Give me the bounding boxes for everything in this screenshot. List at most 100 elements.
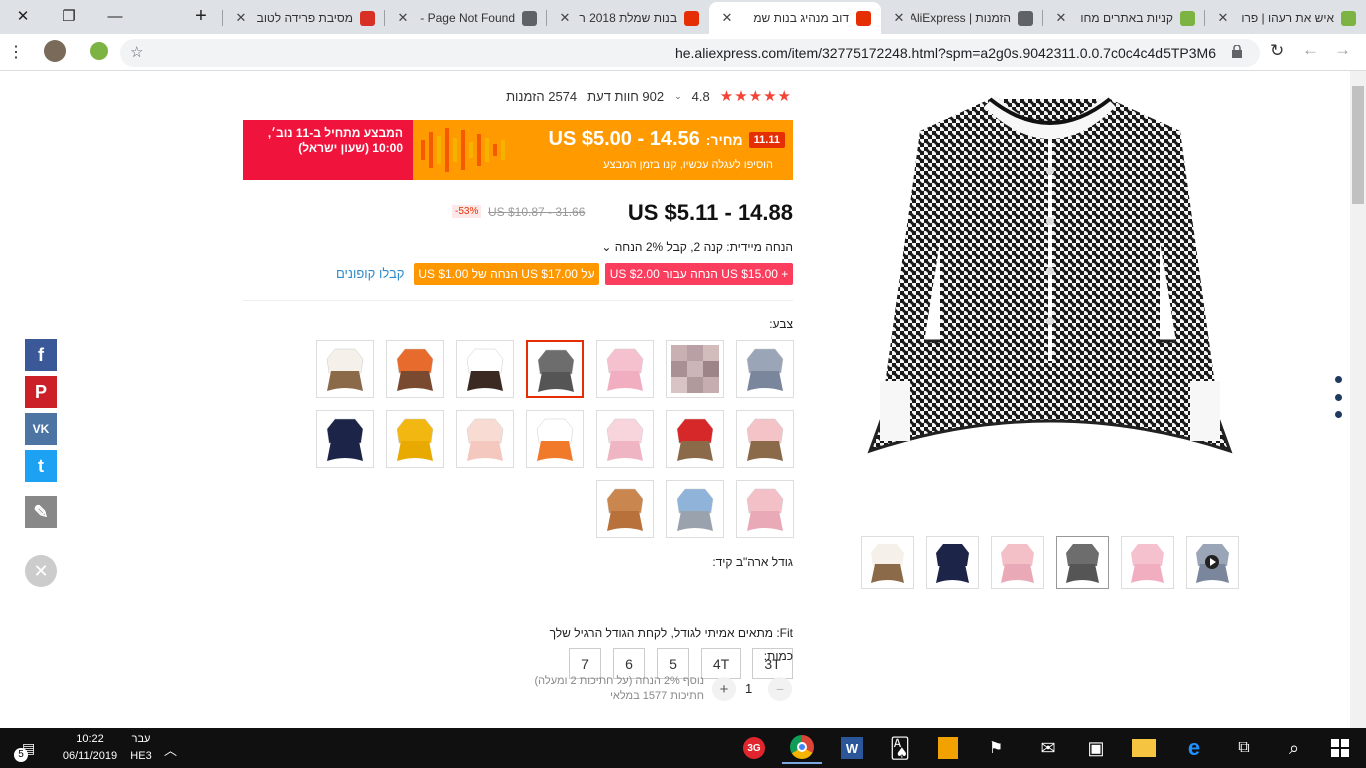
forward-icon[interactable]: ← [1302,40,1319,60]
divider [243,300,793,301]
rating-value[interactable]: 4.8 [692,89,710,104]
language-indicator[interactable]: עבר [128,733,154,745]
edge-icon[interactable]: e [1174,732,1214,764]
color-option[interactable] [596,410,654,468]
language-layout[interactable]: HE3 [128,750,154,762]
mail-icon[interactable]: ✉ [1028,732,1068,764]
quantity-minus-button[interactable]: − [768,677,792,701]
facebook-icon[interactable]: f [25,339,57,371]
coupon-2[interactable]: US $1.00 הנחה של US $17.00 על [414,263,599,285]
color-option[interactable] [386,340,444,398]
tab-close-icon[interactable]: ✕ [557,10,573,26]
gallery-thumbnail[interactable] [1121,536,1174,589]
minimize-window-icon[interactable]: — [92,0,138,32]
instant-discount[interactable]: הנחה מיידית: קנה 2, קבל 2% הנחה ⌄ [601,240,793,254]
menu-icon[interactable]: ⋮ [8,42,24,62]
tab-close-icon[interactable]: ✕ [719,10,735,26]
quantity-plus-button[interactable]: + [712,677,736,701]
color-option[interactable] [596,340,654,398]
restore-window-icon[interactable]: ❐ [46,0,92,32]
scrollbar-thumb[interactable] [1352,86,1364,204]
extension-icon[interactable] [90,42,108,60]
gallery-thumbnail[interactable] [861,536,914,589]
color-option[interactable] [736,410,794,468]
windows-start-icon[interactable] [1320,732,1360,764]
new-tab-button[interactable]: + [178,0,224,32]
color-option[interactable] [316,340,374,398]
tab-favicon-icon [1018,10,1033,26]
color-option[interactable] [736,340,794,398]
contacts-icon[interactable]: ⚑ [976,732,1016,764]
chevron-up-icon[interactable]: ︿ [164,740,177,759]
quantity-label: כמות: [763,649,793,663]
search-icon[interactable]: ⌕ [1274,732,1314,764]
store-icon[interactable]: ▣ [1076,732,1116,764]
edit-icon[interactable]: ✎ [25,496,57,528]
page-scrollbar[interactable] [1350,71,1366,728]
file-explorer-icon[interactable] [1124,732,1164,764]
browser-tab[interactable]: דוב מנהיג בנות שמ ✕ [709,2,881,34]
carousel-dot[interactable] [1335,411,1342,418]
color-option[interactable] [666,410,724,468]
url-text[interactable]: he.aliexpress.com/item/32775172248.html?… [675,45,1216,61]
color-option[interactable] [736,480,794,538]
chevron-down-icon[interactable]: ⌄ [674,91,682,102]
3g-app-icon[interactable]: 3G [734,732,774,764]
clock-date[interactable]: 06/11/2019 [56,750,124,762]
tab-close-icon[interactable]: ✕ [891,10,907,26]
color-option[interactable] [316,410,374,468]
gallery-thumbnail[interactable] [926,536,979,589]
tab-close-icon[interactable]: ✕ [1053,10,1069,26]
reload-icon[interactable]: ↻ [1270,41,1284,61]
close-share-icon[interactable]: ✕ [25,555,57,587]
color-option[interactable] [596,480,654,538]
browser-tab[interactable]: קניות באתרים מחו ✕ [1043,2,1205,34]
browser-tab[interactable]: Page Not Found - ✕ [385,2,547,34]
promo-price-box: 11.11 מחיר: US $5.00 - 14.56 הוסיפו לעגל… [413,120,793,180]
color-option[interactable] [526,410,584,468]
twitter-icon[interactable]: t [25,450,57,482]
browser-tab[interactable]: הזמנות | AliExpress ✕ [881,2,1043,34]
tab-close-icon[interactable]: ✕ [395,10,411,26]
gallery-thumbnail[interactable] [1186,536,1239,589]
clock-time[interactable]: 10:22 [60,733,120,745]
tab-favicon-icon [1341,10,1356,26]
lock-icon[interactable] [1232,44,1242,58]
bookmark-star-icon[interactable]: ☆ [130,43,143,61]
tab-close-icon[interactable]: ✕ [233,10,249,26]
chrome-icon[interactable] [782,732,822,764]
back-icon[interactable]: → [1334,40,1351,60]
coupon-1[interactable]: US $2.00 הנחה עבור US $15.00 + [605,263,793,285]
solitaire-icon[interactable]: 🂡 [880,732,920,764]
close-window-icon[interactable]: ✕ [0,0,46,32]
reviews-count[interactable]: 902 חוות דעת [587,89,664,104]
pinterest-icon[interactable]: P [25,376,57,408]
color-option[interactable] [526,340,584,398]
address-bar[interactable]: ☆ he.aliexpress.com/item/32775172248.htm… [120,39,1260,67]
vk-icon[interactable]: VK [25,413,57,445]
size-option[interactable]: 4T [701,648,741,679]
color-option[interactable] [666,340,724,398]
promo-banner[interactable]: המבצע מתחיל ב-11 נוב׳, 10:00 (שעון ישראל… [243,120,793,180]
color-option[interactable] [456,340,514,398]
browser-tab[interactable]: איש את רעהו | פרו ✕ [1205,2,1366,34]
browser-tab[interactable]: בנות שמלת 2018 ר ✕ [547,2,709,34]
main-product-image[interactable] [860,91,1240,511]
dress-thumbnail [396,348,434,391]
carousel-dot[interactable] [1335,376,1342,383]
browser-tab[interactable]: מסיבת פרידה לטוב ✕ [223,2,385,34]
promo-start-box: המבצע מתחיל ב-11 נוב׳, 10:00 (שעון ישראל… [243,120,413,180]
word-icon[interactable]: W [832,732,872,764]
color-option[interactable] [386,410,444,468]
color-option[interactable] [456,410,514,468]
tab-close-icon[interactable]: ✕ [1215,10,1231,26]
gallery-thumbnail[interactable] [1056,536,1109,589]
task-view-icon[interactable]: ⧉ [1224,732,1264,764]
get-coupons-link[interactable]: קבלו קופונים [336,266,404,281]
media-player-icon[interactable] [928,732,968,764]
profile-avatar[interactable] [44,40,66,62]
carousel-dot[interactable] [1335,394,1342,401]
gallery-thumbnail[interactable] [991,536,1044,589]
quantity-value[interactable]: 1 [745,681,752,696]
color-option[interactable] [666,480,724,538]
